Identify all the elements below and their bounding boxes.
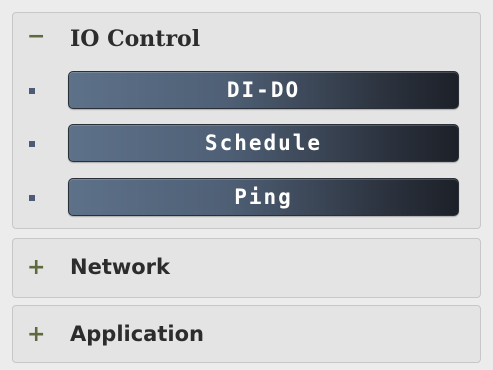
panel-io-control: − IO Control DI-DO Schedule Ping	[12, 12, 481, 229]
panel-io-control-title[interactable]: IO Control	[70, 10, 200, 68]
schedule-button-label: Schedule	[204, 131, 323, 155]
ping-button[interactable]: Ping	[68, 178, 459, 216]
menu-row-schedule: Schedule	[13, 124, 480, 164]
panel-io-control-header[interactable]: − IO Control	[13, 13, 480, 71]
sidebar-menu: − IO Control DI-DO Schedule Ping + Netwo…	[0, 0, 493, 370]
panel-network-title[interactable]: Network	[70, 238, 170, 296]
ping-button-label: Ping	[234, 185, 293, 209]
plus-icon[interactable]: +	[27, 306, 45, 364]
panel-network-header[interactable]: + Network	[13, 239, 480, 297]
panel-network: + Network	[12, 238, 481, 298]
square-bullet-icon	[29, 195, 35, 201]
minus-icon[interactable]: −	[27, 8, 45, 66]
di-do-button-label: DI-DO	[226, 78, 301, 102]
schedule-button[interactable]: Schedule	[68, 124, 459, 162]
square-bullet-icon	[29, 88, 35, 94]
panel-application: + Application	[12, 305, 481, 363]
panel-application-header[interactable]: + Application	[13, 306, 480, 364]
di-do-button[interactable]: DI-DO	[68, 71, 459, 109]
panel-application-title[interactable]: Application	[70, 305, 204, 363]
square-bullet-icon	[29, 141, 35, 147]
plus-icon[interactable]: +	[27, 239, 45, 297]
menu-row-di-do: DI-DO	[13, 71, 480, 111]
menu-row-ping: Ping	[13, 178, 480, 218]
